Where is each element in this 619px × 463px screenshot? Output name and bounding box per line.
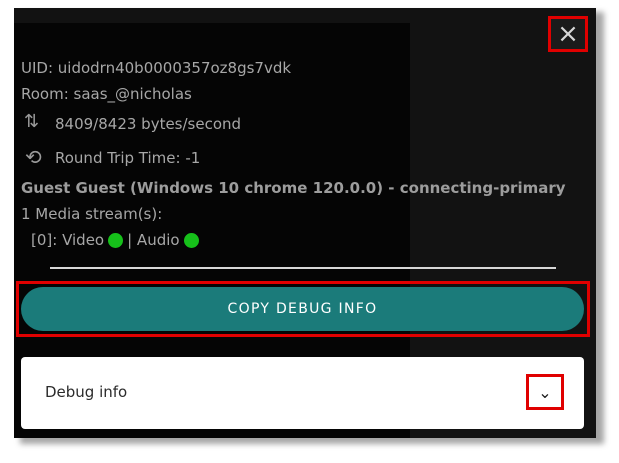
audio-label: | Audio bbox=[127, 231, 180, 249]
close-button[interactable]: × bbox=[548, 16, 588, 52]
media-stream-row: [0]: Video | Audio bbox=[31, 231, 199, 249]
audio-status-dot bbox=[183, 232, 199, 248]
debug-info-label: Debug info bbox=[45, 383, 128, 401]
copy-debug-info-button[interactable]: COPY DEBUG INFO bbox=[21, 287, 584, 331]
arrows-up-down-icon: ⇅ bbox=[24, 111, 40, 132]
divider bbox=[50, 267, 556, 269]
debug-info-panel[interactable]: Debug info ⌄ bbox=[21, 357, 584, 429]
panel-top-strip bbox=[14, 8, 410, 23]
video-label: [0]: Video bbox=[31, 231, 105, 249]
sync-icon: ⟲ bbox=[25, 145, 42, 169]
guest-status: Guest Guest (Windows 10 chrome 120.0.0) … bbox=[21, 179, 566, 197]
media-streams-label: 1 Media stream(s): bbox=[21, 205, 163, 223]
expand-button[interactable]: ⌄ bbox=[526, 374, 564, 410]
room-text: Room: saas_@nicholas bbox=[21, 85, 192, 103]
chevron-down-icon: ⌄ bbox=[538, 382, 552, 402]
video-status-dot bbox=[108, 232, 124, 248]
close-icon: × bbox=[557, 19, 579, 49]
uid-text: UID: uidodrn40b0000357oz8gs7vdk bbox=[21, 59, 292, 77]
bytes-per-second: 8409/8423 bytes/second bbox=[55, 115, 242, 133]
round-trip-time: Round Trip Time: -1 bbox=[55, 149, 201, 167]
